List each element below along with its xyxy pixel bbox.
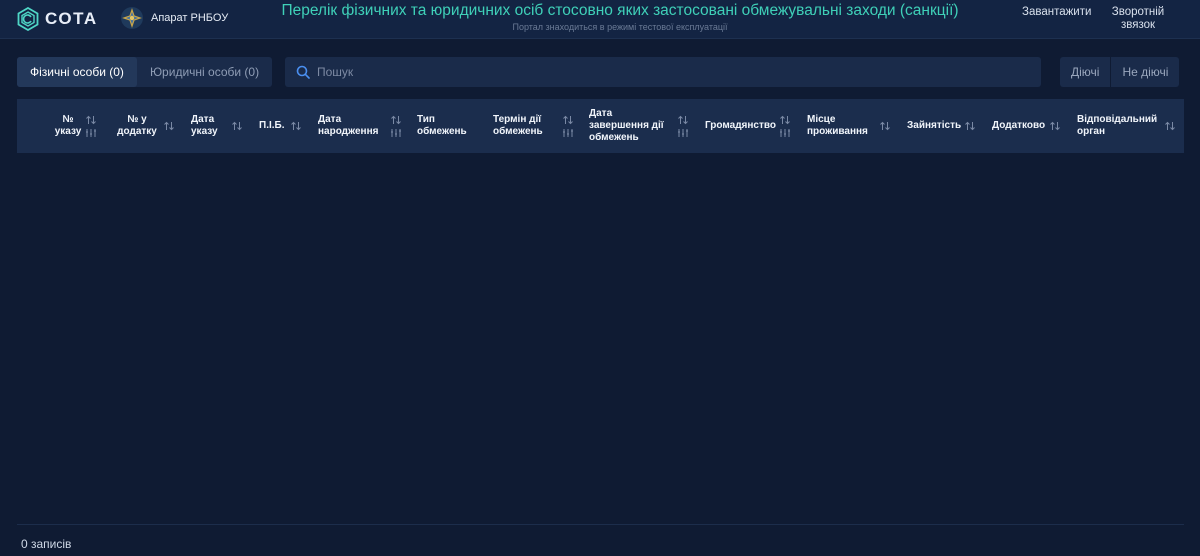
sort-icon[interactable] [231,121,243,131]
table-header: № указу № у додатку Дата указу П.І.Б. Да… [17,99,1184,153]
inactive-filter-button[interactable]: Не діючі [1111,57,1179,87]
column-label-line: Тип [417,114,435,125]
column-controls [1049,99,1061,153]
feedback-label-line1: Зворотній [1111,6,1165,18]
column-header-restriction-type[interactable]: Тип обмежень [417,99,473,153]
column-label-line: Дата [191,114,215,125]
page-subtitle: Портал знаходиться в режимі тестової екс… [512,22,728,32]
sota-logo-icon [17,7,39,31]
toolbar: Фізичні особи (0) Юридичні особи (0) Дію… [17,57,1184,87]
column-label-line: Місце [807,114,836,125]
status-filter: Діючі Не діючі [1060,57,1180,87]
brand-name: СОТА [45,9,98,28]
sort-icon[interactable] [1164,121,1176,131]
column-label-line: народження [318,126,379,137]
sort-icon[interactable] [163,121,175,131]
column-controls [163,99,175,153]
column-label-line: Громадянство [705,120,777,131]
download-link[interactable]: Завантажити [1022,6,1091,18]
person-type-tabs: Фізичні особи (0) Юридичні особи (0) [17,57,273,87]
active-filter-button[interactable]: Діючі [1060,57,1110,87]
sort-icon[interactable] [677,115,689,125]
brand-logo[interactable]: СОТА [16,7,98,31]
column-label-line: № у [127,114,147,125]
column-header-birth-date[interactable]: Дата народження [318,99,384,153]
column-label-line: проживання [807,126,868,137]
column-header-decree-date[interactable]: Дата указу [191,99,231,153]
top-header: СОТА Апарат РНБОУ Перелік фізичних та юр… [0,0,1200,39]
feedback-link[interactable]: Зворотній звязок [1108,6,1168,32]
column-controls [964,99,976,153]
column-controls [779,99,791,153]
sort-icon[interactable] [290,121,302,131]
sort-icon[interactable] [879,121,891,131]
column-controls [231,99,243,153]
column-header-full-name[interactable]: П.І.Б. [259,99,289,153]
sort-icon[interactable] [779,115,791,125]
column-controls [879,99,891,153]
page-title: Перелік фізичних та юридичних осіб стосо… [281,2,959,19]
column-label-line: Додатково [992,120,1046,131]
column-label-line: указу [54,126,82,137]
tab-legal-entities[interactable]: Юридичні особи (0) [137,57,272,87]
column-header-employment[interactable]: Зайнятість [907,99,967,153]
column-controls [390,99,402,153]
column-label-line: додатку [117,126,157,137]
tab-individuals[interactable]: Фізичні особи (0) [17,57,137,87]
sort-icon[interactable] [1049,121,1061,131]
search-icon [296,65,310,79]
filter-icon[interactable] [779,128,791,138]
column-label-line: П.І.Б. [259,120,285,131]
column-header-appendix-number[interactable]: № у додатку [115,99,159,153]
sort-icon[interactable] [85,115,97,125]
feedback-label-line2: звязок [1120,19,1156,31]
column-label-line: Термін дії [493,114,542,125]
column-label-line: Дата [318,114,342,125]
column-controls [290,99,302,153]
filter-icon[interactable] [85,128,97,138]
org-block[interactable]: Апарат РНБОУ [120,6,228,30]
column-header-responsible-body[interactable]: Відповідальний орган [1077,99,1157,153]
column-label-line: орган [1077,126,1105,137]
title-block: Перелік фізичних та юридичних осіб стосо… [270,2,970,32]
column-header-restriction-end-date[interactable]: Дата завершення дії обмежень [589,99,669,153]
record-count: 0 записів [21,537,72,551]
column-label-line: № [62,114,74,125]
column-controls [1164,99,1176,153]
sort-icon[interactable] [390,115,402,125]
nsdc-emblem-icon [121,7,143,29]
column-label-line: Дата [589,108,613,119]
column-header-additional[interactable]: Додатково [992,99,1048,153]
column-header-decree-number[interactable]: № указу [48,99,88,153]
filter-icon[interactable] [677,128,689,138]
search-input[interactable] [315,64,1019,80]
filter-icon[interactable] [390,128,402,138]
sort-icon[interactable] [562,115,574,125]
column-controls [562,99,574,153]
column-label-line: обмежень [589,132,639,143]
search-bar [285,57,1041,87]
column-label-line: Зайнятість [907,120,962,131]
column-label-line: обмежень [493,126,543,137]
column-label-line: завершення дії [589,120,664,131]
footer-divider [17,524,1184,525]
column-controls [677,99,689,153]
column-label-line: обмежень [417,126,467,137]
column-header-citizenship[interactable]: Громадянство [705,99,777,153]
column-header-restriction-term[interactable]: Термін дії обмежень [493,99,553,153]
column-header-residence[interactable]: Місце проживання [807,99,873,153]
column-controls [85,99,97,153]
filter-icon[interactable] [562,128,574,138]
org-name: Апарат РНБОУ [151,12,229,24]
column-label-line: указу [191,126,218,137]
sort-icon[interactable] [964,121,976,131]
column-label-line: Відповідальний [1077,114,1158,125]
